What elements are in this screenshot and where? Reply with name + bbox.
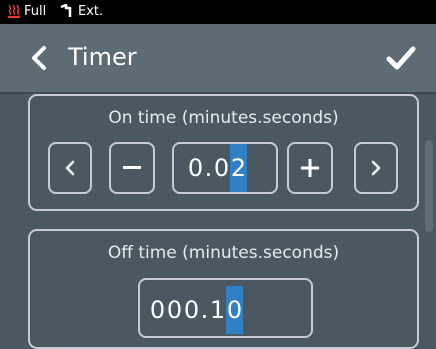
external-probe-label: Ext. — [78, 4, 104, 19]
cursor-right-button[interactable] — [354, 142, 398, 194]
value-digit: 0 — [149, 296, 166, 324]
value-digit: 0 — [187, 154, 204, 182]
decrement-button[interactable] — [109, 142, 155, 194]
increment-button[interactable] — [287, 142, 333, 194]
minus-icon — [123, 166, 141, 169]
plus-icon — [301, 159, 319, 177]
header-bar: Timer — [0, 24, 436, 92]
power-level-label: Full — [24, 4, 47, 19]
on-time-value-field[interactable]: 0.02 — [172, 142, 278, 194]
cursor-left-button[interactable] — [48, 142, 92, 194]
chevron-left-icon[interactable] — [28, 44, 50, 72]
off-time-panel: Off time (minutes.seconds) 000.10 — [28, 229, 419, 349]
value-digit: . — [204, 154, 213, 182]
value-digit: 1 — [209, 296, 226, 324]
selected-digit: 0 — [226, 286, 243, 334]
check-icon[interactable] — [386, 44, 416, 72]
status-bar: Full Ext. — [0, 0, 436, 24]
on-time-panel: On time (minutes.seconds) 0.02 — [28, 94, 419, 211]
scrollbar[interactable] — [425, 140, 433, 232]
off-time-value: 000.10 — [140, 280, 311, 336]
value-digit: 0 — [166, 296, 183, 324]
off-time-label: Off time (minutes.seconds) — [107, 243, 340, 263]
on-time-label: On time (minutes.seconds) — [108, 108, 339, 128]
off-time-value-field[interactable]: 000.10 — [138, 278, 313, 338]
value-digit: 0 — [213, 154, 230, 182]
page-title: Timer — [68, 43, 137, 71]
selected-digit: 2 — [230, 144, 247, 192]
chevron-left-icon — [65, 160, 75, 176]
value-digit: 0 — [183, 296, 200, 324]
chevron-right-icon — [371, 160, 381, 176]
on-time-value: 0.02 — [174, 144, 276, 192]
probe-icon — [60, 4, 72, 17]
value-digit: . — [200, 296, 209, 324]
heat-icon — [8, 4, 20, 18]
